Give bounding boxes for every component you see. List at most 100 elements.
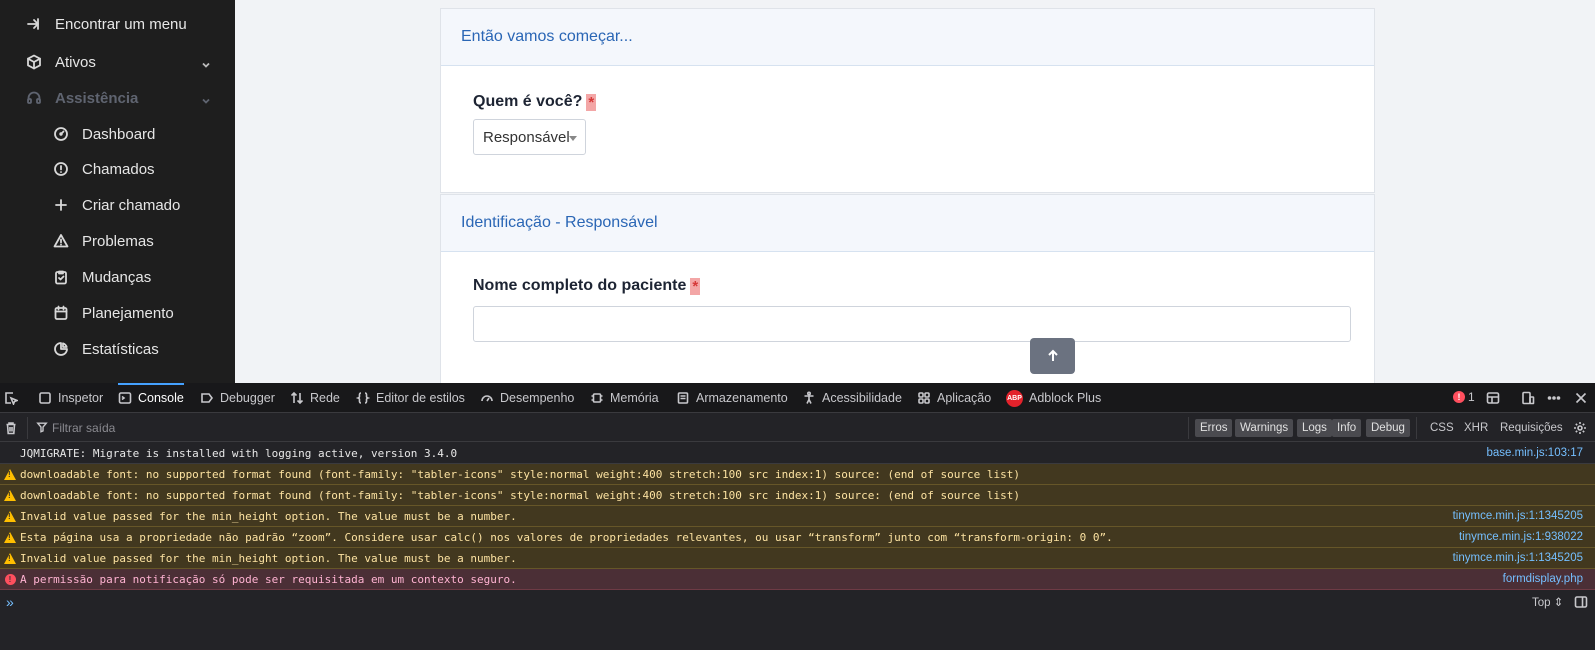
section-card-start: Então vamos começar... Quem é você? * Re… bbox=[440, 8, 1375, 193]
tab-label: Desempenho bbox=[500, 391, 575, 405]
tab-label: Rede bbox=[310, 391, 340, 405]
sidebar-toggle-icon[interactable] bbox=[1574, 595, 1588, 609]
filter-info-button[interactable]: Info bbox=[1332, 419, 1362, 437]
filter-css-toggle[interactable]: CSS bbox=[1430, 419, 1454, 437]
warning-icon-wrap bbox=[0, 489, 20, 501]
sidebar-item-find-menu[interactable]: Encontrar um menu bbox=[0, 7, 235, 41]
filter-xhr-toggle[interactable]: XHR bbox=[1464, 419, 1488, 437]
sidebar-item-create-ticket[interactable]: Criar chamado bbox=[0, 188, 235, 222]
tab-console[interactable]: Console bbox=[118, 383, 184, 413]
responsive-mode-icon[interactable] bbox=[1521, 391, 1535, 405]
tab-network[interactable]: Rede bbox=[290, 383, 340, 413]
sidebar-item-label: Criar chamado bbox=[82, 196, 181, 214]
console-input-line[interactable]: » Top ⇕ bbox=[0, 590, 1595, 614]
sidebar-item-statistics[interactable]: Estatísticas bbox=[0, 332, 235, 366]
braces-icon bbox=[356, 391, 370, 405]
devtools-panel: Inspetor Console Debugger Rede Editor de… bbox=[0, 383, 1595, 650]
app-viewport: Encontrar um menu Ativos Assistência Das… bbox=[0, 0, 1595, 383]
message-source-link[interactable]: tinymce.min.js:1:1345205 bbox=[1453, 552, 1583, 564]
tab-memory[interactable]: Memória bbox=[590, 383, 659, 413]
tab-label: Acessibilidade bbox=[822, 391, 902, 405]
message-text: downloadable font: no supported format f… bbox=[20, 467, 1021, 481]
patient-name-input[interactable] bbox=[473, 306, 1351, 342]
warning-icon-wrap bbox=[0, 531, 20, 543]
toolbar-divider bbox=[27, 417, 28, 439]
sidebar-item-changes[interactable]: Mudanças bbox=[0, 260, 235, 294]
tab-performance[interactable]: Desempenho bbox=[480, 383, 574, 413]
tab-inspector[interactable]: Inspetor bbox=[38, 383, 103, 413]
devtools-tabbar: Inspetor Console Debugger Rede Editor de… bbox=[0, 383, 1595, 413]
message-source-link[interactable]: base.min.js:103:17 bbox=[1486, 447, 1583, 459]
clipboard-icon bbox=[52, 268, 70, 286]
who-are-you-label: Quem é você? * bbox=[473, 93, 597, 111]
cube-icon bbox=[25, 53, 43, 71]
message-text: Invalid value passed for the min_height … bbox=[20, 509, 517, 523]
filter-warnings-button[interactable]: Warnings bbox=[1235, 419, 1294, 437]
trash-icon[interactable] bbox=[4, 421, 18, 435]
arrow-right-circle-icon bbox=[25, 15, 43, 33]
split-console-icon[interactable] bbox=[1486, 391, 1500, 405]
message-text: Invalid value passed for the min_height … bbox=[20, 551, 517, 565]
filter-debug-button[interactable]: Debug bbox=[1366, 419, 1410, 437]
sidebar-item-planning[interactable]: Planejamento bbox=[0, 296, 235, 330]
tab-application[interactable]: Aplicação bbox=[917, 383, 991, 413]
sidebar-item-problems[interactable]: Problemas bbox=[0, 224, 235, 258]
more-options-icon[interactable] bbox=[1547, 391, 1561, 405]
sidebar-item-tickets[interactable]: Chamados bbox=[0, 152, 235, 186]
console-filter-input[interactable] bbox=[52, 418, 552, 438]
scroll-to-top-button[interactable] bbox=[1030, 338, 1075, 374]
message-source-link[interactable]: tinymce.min.js:1:1345205 bbox=[1453, 510, 1583, 522]
sidebar: Encontrar um menu Ativos Assistência Das… bbox=[0, 0, 235, 383]
section-header: Então vamos começar... bbox=[441, 9, 1374, 66]
element-picker-icon[interactable] bbox=[4, 391, 18, 405]
sidebar-item-label: Ativos bbox=[55, 53, 96, 71]
filter-errors-button[interactable]: Erros bbox=[1195, 419, 1233, 437]
memory-chip-icon bbox=[590, 391, 604, 405]
error-icon: ! bbox=[1453, 391, 1465, 403]
select-value: Responsável bbox=[483, 128, 570, 146]
accessibility-icon bbox=[802, 391, 816, 405]
console-message: Invalid value passed for the min_height … bbox=[0, 506, 1595, 527]
sidebar-item-dashboard[interactable]: Dashboard bbox=[0, 117, 235, 151]
console-message: downloadable font: no supported format f… bbox=[0, 485, 1595, 506]
who-are-you-select[interactable]: Responsável bbox=[473, 119, 586, 155]
error-count-badge[interactable]: ! 1 bbox=[1453, 390, 1475, 404]
message-source-link[interactable]: formdisplay.php bbox=[1503, 573, 1583, 585]
double-chevron-prompt-icon: » bbox=[6, 594, 14, 610]
close-icon[interactable] bbox=[1574, 391, 1588, 405]
sidebar-item-assistance[interactable]: Assistência bbox=[0, 81, 235, 115]
warning-icon-wrap bbox=[0, 510, 20, 522]
tab-accessibility[interactable]: Acessibilidade bbox=[802, 383, 902, 413]
filter-requests-toggle[interactable]: Requisições bbox=[1500, 419, 1563, 437]
tab-label: Memória bbox=[610, 391, 659, 405]
gauge-icon bbox=[480, 391, 494, 405]
message-text: downloadable font: no supported format f… bbox=[20, 488, 1021, 502]
tab-label: Inspetor bbox=[58, 391, 104, 405]
chevron-down-icon bbox=[201, 93, 211, 104]
tab-label: Adblock Plus bbox=[1029, 391, 1102, 405]
warning-icon bbox=[4, 552, 16, 564]
filter-logs-button[interactable]: Logs bbox=[1297, 419, 1332, 437]
tab-adblock-plus[interactable]: ABP Adblock Plus bbox=[1006, 383, 1101, 413]
warning-icon-wrap bbox=[0, 552, 20, 564]
message-text: Esta página usa a propriedade não padrão… bbox=[20, 530, 1113, 544]
required-marker: * bbox=[690, 277, 701, 295]
adblock-plus-icon: ABP bbox=[1006, 389, 1023, 407]
console-message: Invalid value passed for the min_height … bbox=[0, 548, 1595, 569]
plus-icon bbox=[52, 196, 70, 214]
context-selector[interactable]: Top ⇕ bbox=[1532, 595, 1563, 609]
tab-storage[interactable]: Armazenamento bbox=[676, 383, 788, 413]
tab-label: Editor de estilos bbox=[376, 391, 465, 405]
section-card-identification: Identificação - Responsável Nome complet… bbox=[440, 194, 1375, 383]
console-toolbar: Erros Warnings Logs Info Debug CSS XHR R… bbox=[0, 414, 1595, 442]
tab-style-editor[interactable]: Editor de estilos bbox=[356, 383, 465, 413]
main-content: Então vamos começar... Quem é você? * Re… bbox=[235, 0, 1595, 383]
warning-icon bbox=[4, 468, 16, 480]
sidebar-item-assets[interactable]: Ativos bbox=[0, 45, 235, 79]
message-source-link[interactable]: tinymce.min.js:1:938022 bbox=[1459, 531, 1583, 543]
sidebar-item-label: Mudanças bbox=[82, 268, 152, 286]
tab-debugger[interactable]: Debugger bbox=[200, 383, 275, 413]
console-output: JQMIGRATE: Migrate is installed with log… bbox=[0, 443, 1595, 590]
tab-label: Debugger bbox=[220, 391, 275, 405]
gear-icon[interactable] bbox=[1573, 421, 1587, 435]
